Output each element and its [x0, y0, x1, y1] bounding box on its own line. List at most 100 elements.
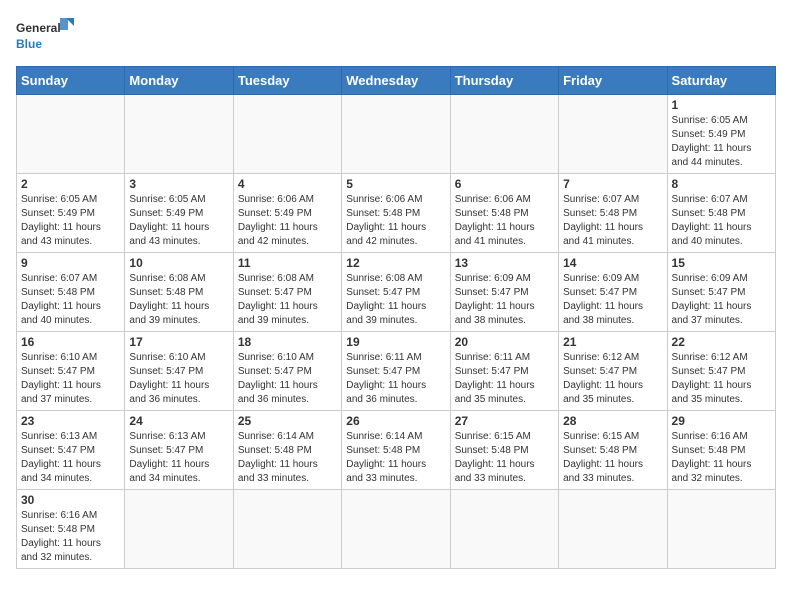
day-info: Sunrise: 6:14 AM Sunset: 5:48 PM Dayligh…	[238, 430, 337, 486]
day-info: Sunrise: 6:13 AM Sunset: 5:47 PM Dayligh…	[21, 430, 120, 486]
calendar-day-cell: 18 Sunrise: 6:10 AM Sunset: 5:47 PM Dayli…	[233, 332, 341, 411]
day-info: Sunrise: 6:05 AM Sunset: 5:49 PM Dayligh…	[129, 193, 228, 249]
day-info: Sunrise: 6:05 AM Sunset: 5:49 PM Dayligh…	[21, 193, 120, 249]
calendar-day-cell: 25 Sunrise: 6:14 AM Sunset: 5:48 PM Dayli…	[233, 411, 341, 490]
calendar-day-cell: 13 Sunrise: 6:09 AM Sunset: 5:47 PM Dayli…	[450, 253, 558, 332]
day-number: 14	[563, 256, 662, 270]
day-info: Sunrise: 6:07 AM Sunset: 5:48 PM Dayligh…	[563, 193, 662, 249]
calendar-day-cell	[450, 95, 558, 174]
calendar-day-cell: 26Sunrise: 6:14 AM Sunset: 5:48 PM Dayli…	[342, 411, 450, 490]
calendar-day-cell	[342, 490, 450, 569]
day-info: Sunrise: 6:09 AM Sunset: 5:47 PM Dayligh…	[672, 272, 771, 328]
day-number: 28	[563, 414, 662, 428]
day-number: 12	[346, 256, 445, 270]
day-number: 27	[455, 414, 554, 428]
calendar-day-cell	[667, 490, 775, 569]
day-number: 17	[129, 335, 228, 349]
day-info: Sunrise: 6:10 AM Sunset: 5:47 PM Dayligh…	[238, 351, 337, 407]
calendar-day-cell	[450, 490, 558, 569]
day-number: 3	[129, 177, 228, 191]
calendar-day-cell	[233, 490, 341, 569]
day-of-week-header: Tuesday	[233, 67, 341, 95]
calendar-day-cell: 2 Sunrise: 6:05 AM Sunset: 5:49 PM Daylig…	[17, 174, 125, 253]
calendar-day-cell	[125, 95, 233, 174]
day-number: 18	[238, 335, 337, 349]
calendar-day-cell: 6Sunrise: 6:06 AM Sunset: 5:48 PM Daylig…	[450, 174, 558, 253]
day-info: Sunrise: 6:06 AM Sunset: 5:48 PM Dayligh…	[346, 193, 445, 249]
svg-text:General: General	[16, 21, 61, 35]
day-info: Sunrise: 6:07 AM Sunset: 5:48 PM Dayligh…	[21, 272, 120, 328]
calendar-day-cell	[17, 95, 125, 174]
day-number: 24	[129, 414, 228, 428]
calendar-day-cell: 22Sunrise: 6:12 AM Sunset: 5:47 PM Dayli…	[667, 332, 775, 411]
day-number: 22	[672, 335, 771, 349]
day-info: Sunrise: 6:08 AM Sunset: 5:47 PM Dayligh…	[238, 272, 337, 328]
day-info: Sunrise: 6:08 AM Sunset: 5:48 PM Dayligh…	[129, 272, 228, 328]
svg-text:Blue: Blue	[16, 37, 42, 51]
calendar-day-cell: 29 Sunrise: 6:16 AM Sunset: 5:48 PM Dayli…	[667, 411, 775, 490]
day-number: 21	[563, 335, 662, 349]
calendar-day-cell: 4Sunrise: 6:06 AM Sunset: 5:49 PM Daylig…	[233, 174, 341, 253]
calendar-day-cell: 14 Sunrise: 6:09 AM Sunset: 5:47 PM Dayli…	[559, 253, 667, 332]
day-of-week-header: Thursday	[450, 67, 558, 95]
calendar-day-cell: 12 Sunrise: 6:08 AM Sunset: 5:47 PM Dayli…	[342, 253, 450, 332]
day-number: 5	[346, 177, 445, 191]
calendar-week-row: 2 Sunrise: 6:05 AM Sunset: 5:49 PM Daylig…	[17, 174, 776, 253]
day-info: Sunrise: 6:10 AM Sunset: 5:47 PM Dayligh…	[21, 351, 120, 407]
day-info: Sunrise: 6:16 AM Sunset: 5:48 PM Dayligh…	[672, 430, 771, 486]
day-number: 7	[563, 177, 662, 191]
day-info: Sunrise: 6:13 AM Sunset: 5:47 PM Dayligh…	[129, 430, 228, 486]
day-number: 26	[346, 414, 445, 428]
calendar-day-cell: 15 Sunrise: 6:09 AM Sunset: 5:47 PM Dayli…	[667, 253, 775, 332]
day-number: 30	[21, 493, 120, 507]
day-of-week-header: Wednesday	[342, 67, 450, 95]
day-info: Sunrise: 6:15 AM Sunset: 5:48 PM Dayligh…	[455, 430, 554, 486]
day-number: 11	[238, 256, 337, 270]
calendar-day-cell: 5 Sunrise: 6:06 AM Sunset: 5:48 PM Daylig…	[342, 174, 450, 253]
day-number: 25	[238, 414, 337, 428]
calendar-day-cell: 27 Sunrise: 6:15 AM Sunset: 5:48 PM Dayli…	[450, 411, 558, 490]
calendar-day-cell: 28 Sunrise: 6:15 AM Sunset: 5:48 PM Dayli…	[559, 411, 667, 490]
calendar-day-cell: 23 Sunrise: 6:13 AM Sunset: 5:47 PM Dayli…	[17, 411, 125, 490]
calendar-table: SundayMondayTuesdayWednesdayThursdayFrid…	[16, 66, 776, 569]
day-info: Sunrise: 6:09 AM Sunset: 5:47 PM Dayligh…	[563, 272, 662, 328]
calendar-day-cell: 11 Sunrise: 6:08 AM Sunset: 5:47 PM Dayli…	[233, 253, 341, 332]
calendar-day-cell: 8 Sunrise: 6:07 AM Sunset: 5:48 PM Daylig…	[667, 174, 775, 253]
day-number: 19	[346, 335, 445, 349]
day-number: 15	[672, 256, 771, 270]
calendar-week-row: 9 Sunrise: 6:07 AM Sunset: 5:48 PM Daylig…	[17, 253, 776, 332]
day-number: 8	[672, 177, 771, 191]
calendar-day-cell	[125, 490, 233, 569]
day-of-week-header: Monday	[125, 67, 233, 95]
day-number: 23	[21, 414, 120, 428]
day-number: 9	[21, 256, 120, 270]
calendar-header-row: SundayMondayTuesdayWednesdayThursdayFrid…	[17, 67, 776, 95]
day-info: Sunrise: 6:08 AM Sunset: 5:47 PM Dayligh…	[346, 272, 445, 328]
day-info: Sunrise: 6:11 AM Sunset: 5:47 PM Dayligh…	[346, 351, 445, 407]
day-info: Sunrise: 6:11 AM Sunset: 5:47 PM Dayligh…	[455, 351, 554, 407]
day-info: Sunrise: 6:16 AM Sunset: 5:48 PM Dayligh…	[21, 509, 120, 565]
day-number: 1	[672, 98, 771, 112]
logo: General Blue	[16, 16, 76, 56]
day-number: 20	[455, 335, 554, 349]
day-info: Sunrise: 6:10 AM Sunset: 5:47 PM Dayligh…	[129, 351, 228, 407]
day-info: Sunrise: 6:07 AM Sunset: 5:48 PM Dayligh…	[672, 193, 771, 249]
generalblue-logo-icon: General Blue	[16, 16, 76, 56]
calendar-day-cell: 20 Sunrise: 6:11 AM Sunset: 5:47 PM Dayli…	[450, 332, 558, 411]
day-number: 13	[455, 256, 554, 270]
day-info: Sunrise: 6:12 AM Sunset: 5:47 PM Dayligh…	[563, 351, 662, 407]
calendar-week-row: 1 Sunrise: 6:05 AM Sunset: 5:49 PM Daylig…	[17, 95, 776, 174]
calendar-day-cell: 9 Sunrise: 6:07 AM Sunset: 5:48 PM Daylig…	[17, 253, 125, 332]
calendar-week-row: 16Sunrise: 6:10 AM Sunset: 5:47 PM Dayli…	[17, 332, 776, 411]
calendar-day-cell	[233, 95, 341, 174]
day-number: 2	[21, 177, 120, 191]
day-info: Sunrise: 6:06 AM Sunset: 5:49 PM Dayligh…	[238, 193, 337, 249]
calendar-day-cell: 3 Sunrise: 6:05 AM Sunset: 5:49 PM Daylig…	[125, 174, 233, 253]
day-info: Sunrise: 6:09 AM Sunset: 5:47 PM Dayligh…	[455, 272, 554, 328]
day-number: 29	[672, 414, 771, 428]
calendar-day-cell: 10Sunrise: 6:08 AM Sunset: 5:48 PM Dayli…	[125, 253, 233, 332]
day-info: Sunrise: 6:15 AM Sunset: 5:48 PM Dayligh…	[563, 430, 662, 486]
calendar-week-row: 30 Sunrise: 6:16 AM Sunset: 5:48 PM Dayli…	[17, 490, 776, 569]
calendar-day-cell: 16Sunrise: 6:10 AM Sunset: 5:47 PM Dayli…	[17, 332, 125, 411]
day-info: Sunrise: 6:05 AM Sunset: 5:49 PM Dayligh…	[672, 114, 771, 170]
